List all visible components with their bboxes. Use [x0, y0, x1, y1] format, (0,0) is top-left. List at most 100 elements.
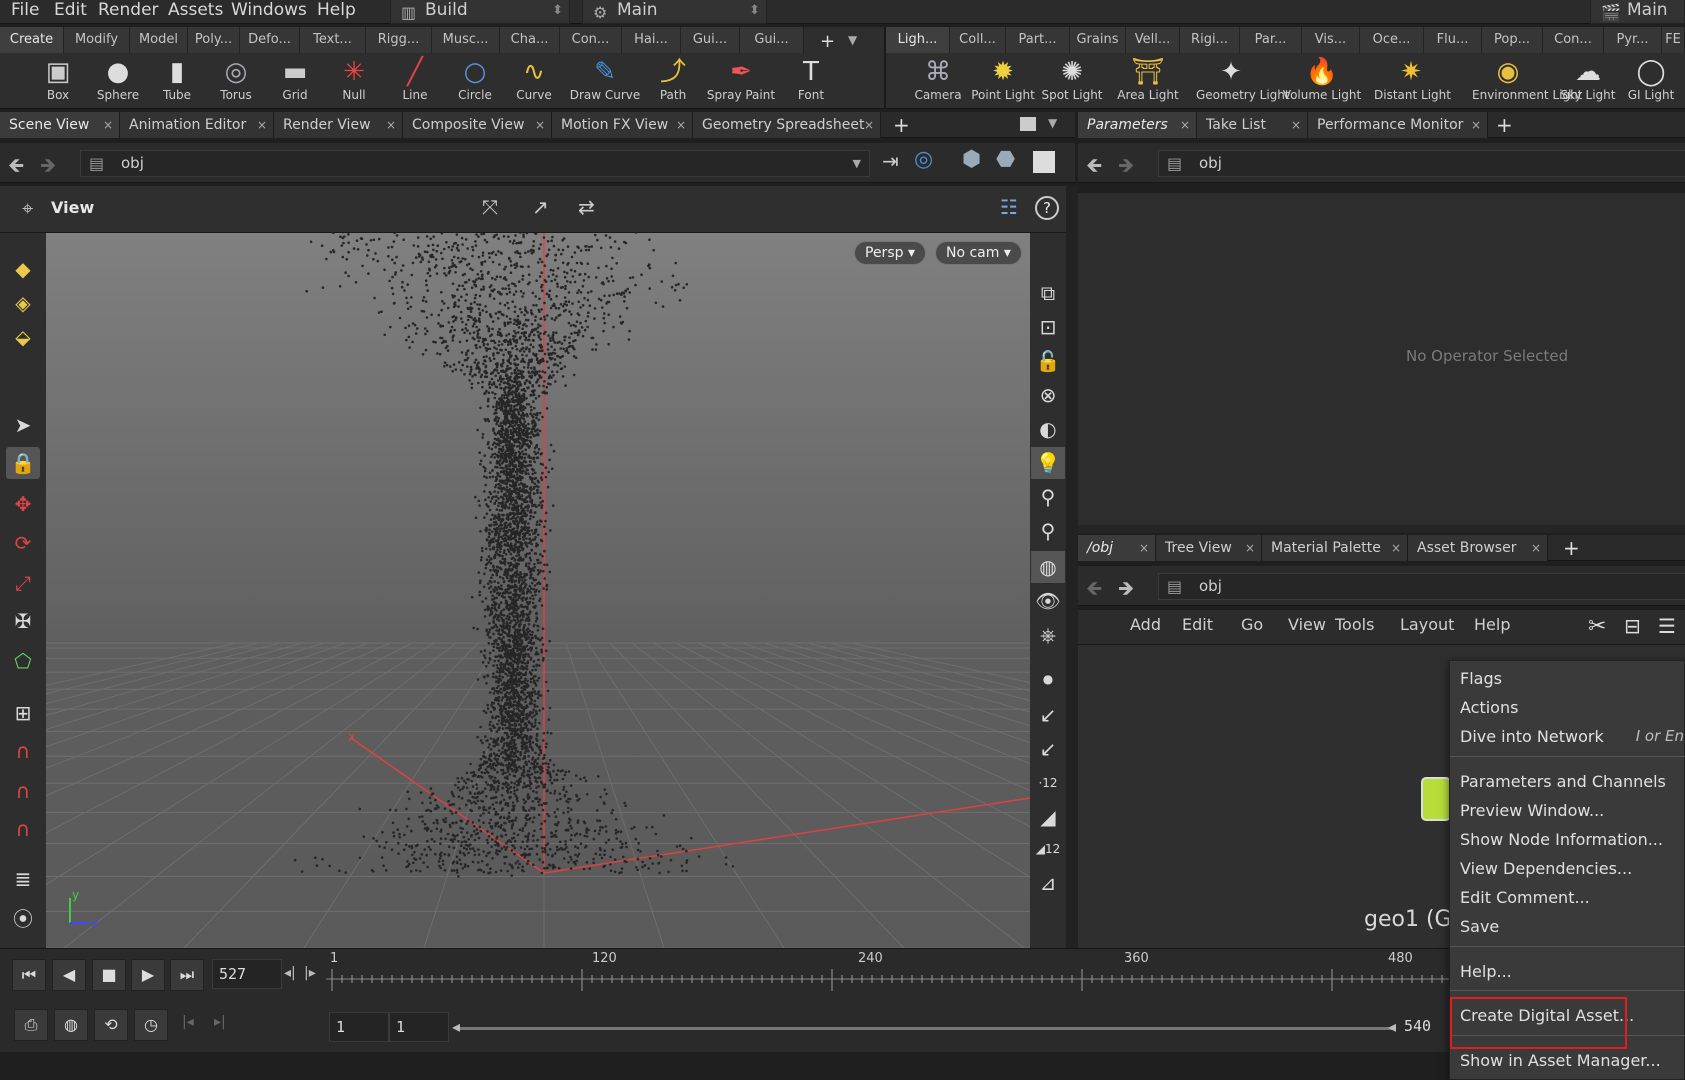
- shelf-tool-sphere[interactable]: ● Sphere: [86, 55, 150, 107]
- shelf-tool-null[interactable]: ✳ Null: [324, 55, 384, 107]
- rotate-icon[interactable]: ⟳: [6, 527, 40, 559]
- close-icon[interactable]: ×: [103, 112, 113, 138]
- menu-render[interactable]: Render: [98, 0, 159, 24]
- shelf-tool-torus[interactable]: ◎ Torus: [206, 55, 266, 107]
- context-selector[interactable]: ⚙ Main ⬍: [582, 0, 767, 24]
- arrow-icon[interactable]: ➤: [6, 409, 40, 441]
- pose-icon[interactable]: ✠: [6, 605, 40, 637]
- link-icon[interactable]: ◎: [914, 147, 933, 172]
- shelf-tab[interactable]: Hai...: [622, 27, 681, 53]
- shelf-tab[interactable]: Rigg...: [366, 27, 432, 53]
- shelf-tab[interactable]: Gui...: [740, 27, 804, 53]
- shelf-tool-draw-curve[interactable]: ✎ Draw Curve: [566, 55, 644, 107]
- menu-edit[interactable]: Edit: [54, 0, 87, 24]
- menu-assets[interactable]: Assets: [168, 0, 223, 24]
- back-arrow-icon[interactable]: 🡸: [8, 151, 24, 185]
- pane-tab[interactable]: Animation Editor ×: [120, 112, 274, 138]
- shelf-tool-curve[interactable]: ∿ Curve: [502, 55, 566, 107]
- snap-prim-icon[interactable]: ∩: [6, 735, 40, 767]
- shelf-tab[interactable]: Par...: [1240, 27, 1302, 53]
- move-icon[interactable]: ✥: [6, 488, 40, 520]
- shelf-menu-icon[interactable]: ▼: [848, 33, 857, 47]
- help-icon[interactable]: ?: [1035, 196, 1059, 220]
- shelf-tool-geometry-light[interactable]: ✦ Geometry Light: [1196, 55, 1290, 107]
- shelf-tab[interactable]: Con...: [1543, 27, 1604, 53]
- select-mode-icon[interactable]: ◆: [6, 253, 40, 285]
- shaded-icon[interactable]: ⬣: [996, 147, 1015, 172]
- main-selector[interactable]: 🎬 Main: [1590, 0, 1685, 24]
- display-options-icon[interactable]: ☷: [1000, 195, 1018, 219]
- layers-icon[interactable]: ≣: [6, 863, 40, 895]
- close-icon[interactable]: ×: [676, 112, 686, 138]
- shelf-tool-point-light[interactable]: ✹ Point Light: [970, 55, 1036, 107]
- shelf-tab[interactable]: Poly...: [188, 27, 240, 53]
- forward-arrow-icon[interactable]: 🡺: [40, 151, 56, 185]
- shelf-tool-volume-light[interactable]: 🔥 Volume Light: [1282, 55, 1362, 107]
- shelf-tab[interactable]: FE: [1662, 27, 1685, 53]
- shelf-tool-box[interactable]: ▣ Box: [28, 55, 88, 107]
- pane-tab[interactable]: Scene View ×: [0, 112, 120, 138]
- shelf-tab[interactable]: Pyr...: [1604, 27, 1662, 53]
- shelf-tool-grid[interactable]: ▬ Grid: [266, 55, 324, 107]
- shelf-tab[interactable]: Musc...: [432, 27, 500, 53]
- shelf-tool-font[interactable]: T Font: [783, 55, 839, 107]
- shelf-tab[interactable]: Pop...: [1482, 27, 1543, 53]
- component-mode-icon[interactable]: ◈: [6, 287, 40, 319]
- pin-icon[interactable]: ⇥: [882, 149, 899, 173]
- desktop-selector[interactable]: ▥ Build ⬍: [390, 0, 570, 24]
- shelf-tool-circle[interactable]: ○ Circle: [444, 55, 506, 107]
- close-icon[interactable]: ×: [864, 112, 874, 138]
- shelf-tab[interactable]: Flu...: [1424, 27, 1482, 53]
- shelf-tab[interactable]: Cha...: [500, 27, 560, 53]
- shelf-tab[interactable]: Model: [130, 27, 188, 53]
- shelf-tab[interactable]: Defo...: [240, 27, 300, 53]
- shelf-tool-camera[interactable]: ⌘ Camera: [908, 55, 968, 107]
- scale-icon[interactable]: ⤢: [6, 567, 40, 599]
- cube-icon[interactable]: ⬢: [962, 147, 981, 172]
- shelf-tab[interactable]: Oce...: [1360, 27, 1424, 53]
- shelf-tool-environment-light[interactable]: ◉ Environment Light: [1472, 55, 1582, 107]
- shelf-tab[interactable]: Create: [0, 27, 64, 53]
- shelf-tab[interactable]: Con...: [560, 27, 622, 53]
- pose-tool-icon[interactable]: ↗: [532, 195, 549, 219]
- close-icon[interactable]: ×: [257, 112, 267, 138]
- shelf-tool-path[interactable]: ⤴ Path: [640, 55, 706, 107]
- camera-icon[interactable]: ⌖: [22, 196, 33, 220]
- close-icon[interactable]: ×: [535, 112, 545, 138]
- shelf-tool-spray-paint[interactable]: ✒ Spray Paint: [702, 55, 780, 107]
- scene-viewport[interactable]: x y z Persp ▾ No cam ▾: [46, 233, 1030, 948]
- shelf-tab[interactable]: Grains: [1070, 27, 1126, 53]
- shelf-tab[interactable]: Vell...: [1126, 27, 1180, 53]
- pane-tab[interactable]: Composite View ×: [403, 112, 552, 138]
- shelf-tool-line[interactable]: ╱ Line: [384, 55, 446, 107]
- shelf-tab[interactable]: Coll...: [950, 27, 1006, 53]
- select-tool-icon[interactable]: ⤧: [482, 195, 498, 219]
- shelf-tab[interactable]: Modify: [64, 27, 130, 53]
- shelf-tool-sky-light[interactable]: ☁ Sky Light: [1556, 55, 1620, 107]
- snap-point-icon[interactable]: ∩: [6, 775, 40, 807]
- menu-help[interactable]: Help: [317, 0, 356, 24]
- pane-tab[interactable]: Geometry Spreadsheet ×: [693, 112, 881, 138]
- shelf-tab[interactable]: Text...: [300, 27, 366, 53]
- menu-file[interactable]: File: [11, 0, 39, 24]
- shelf-tool-tube[interactable]: ▮ Tube: [148, 55, 206, 107]
- close-icon[interactable]: ×: [386, 112, 396, 138]
- shelf-tab[interactable]: Rigi...: [1180, 27, 1240, 53]
- shelf-tab[interactable]: Vis...: [1302, 27, 1360, 53]
- display-icon[interactable]: [1033, 151, 1055, 173]
- path-field[interactable]: ▤ obj ▼: [80, 150, 870, 177]
- add-tab-icon[interactable]: +: [893, 112, 910, 138]
- shelf-tool-gi-light[interactable]: ◯ GI Light: [1622, 55, 1680, 107]
- shelf-tab[interactable]: Part...: [1006, 27, 1070, 53]
- shelf-tab[interactable]: Ligh...: [886, 27, 950, 53]
- transform-tool-icon[interactable]: ⇄: [578, 195, 595, 219]
- pane-menu-icon[interactable]: ▼: [1048, 116, 1057, 130]
- handle-icon[interactable]: ⬠: [6, 645, 40, 677]
- shelf-tool-spot-light[interactable]: ✺ Spot Light: [1040, 55, 1104, 107]
- lock-icon[interactable]: 🔒: [6, 447, 40, 479]
- snap-grid-icon[interactable]: ⊞: [6, 697, 40, 729]
- maximize-icon[interactable]: [1020, 117, 1036, 131]
- shelf-tool-area-light[interactable]: ⛩ Area Light: [1116, 55, 1180, 107]
- snap-multi-icon[interactable]: ∩: [6, 813, 40, 845]
- render-region-icon[interactable]: ⦿: [6, 903, 40, 935]
